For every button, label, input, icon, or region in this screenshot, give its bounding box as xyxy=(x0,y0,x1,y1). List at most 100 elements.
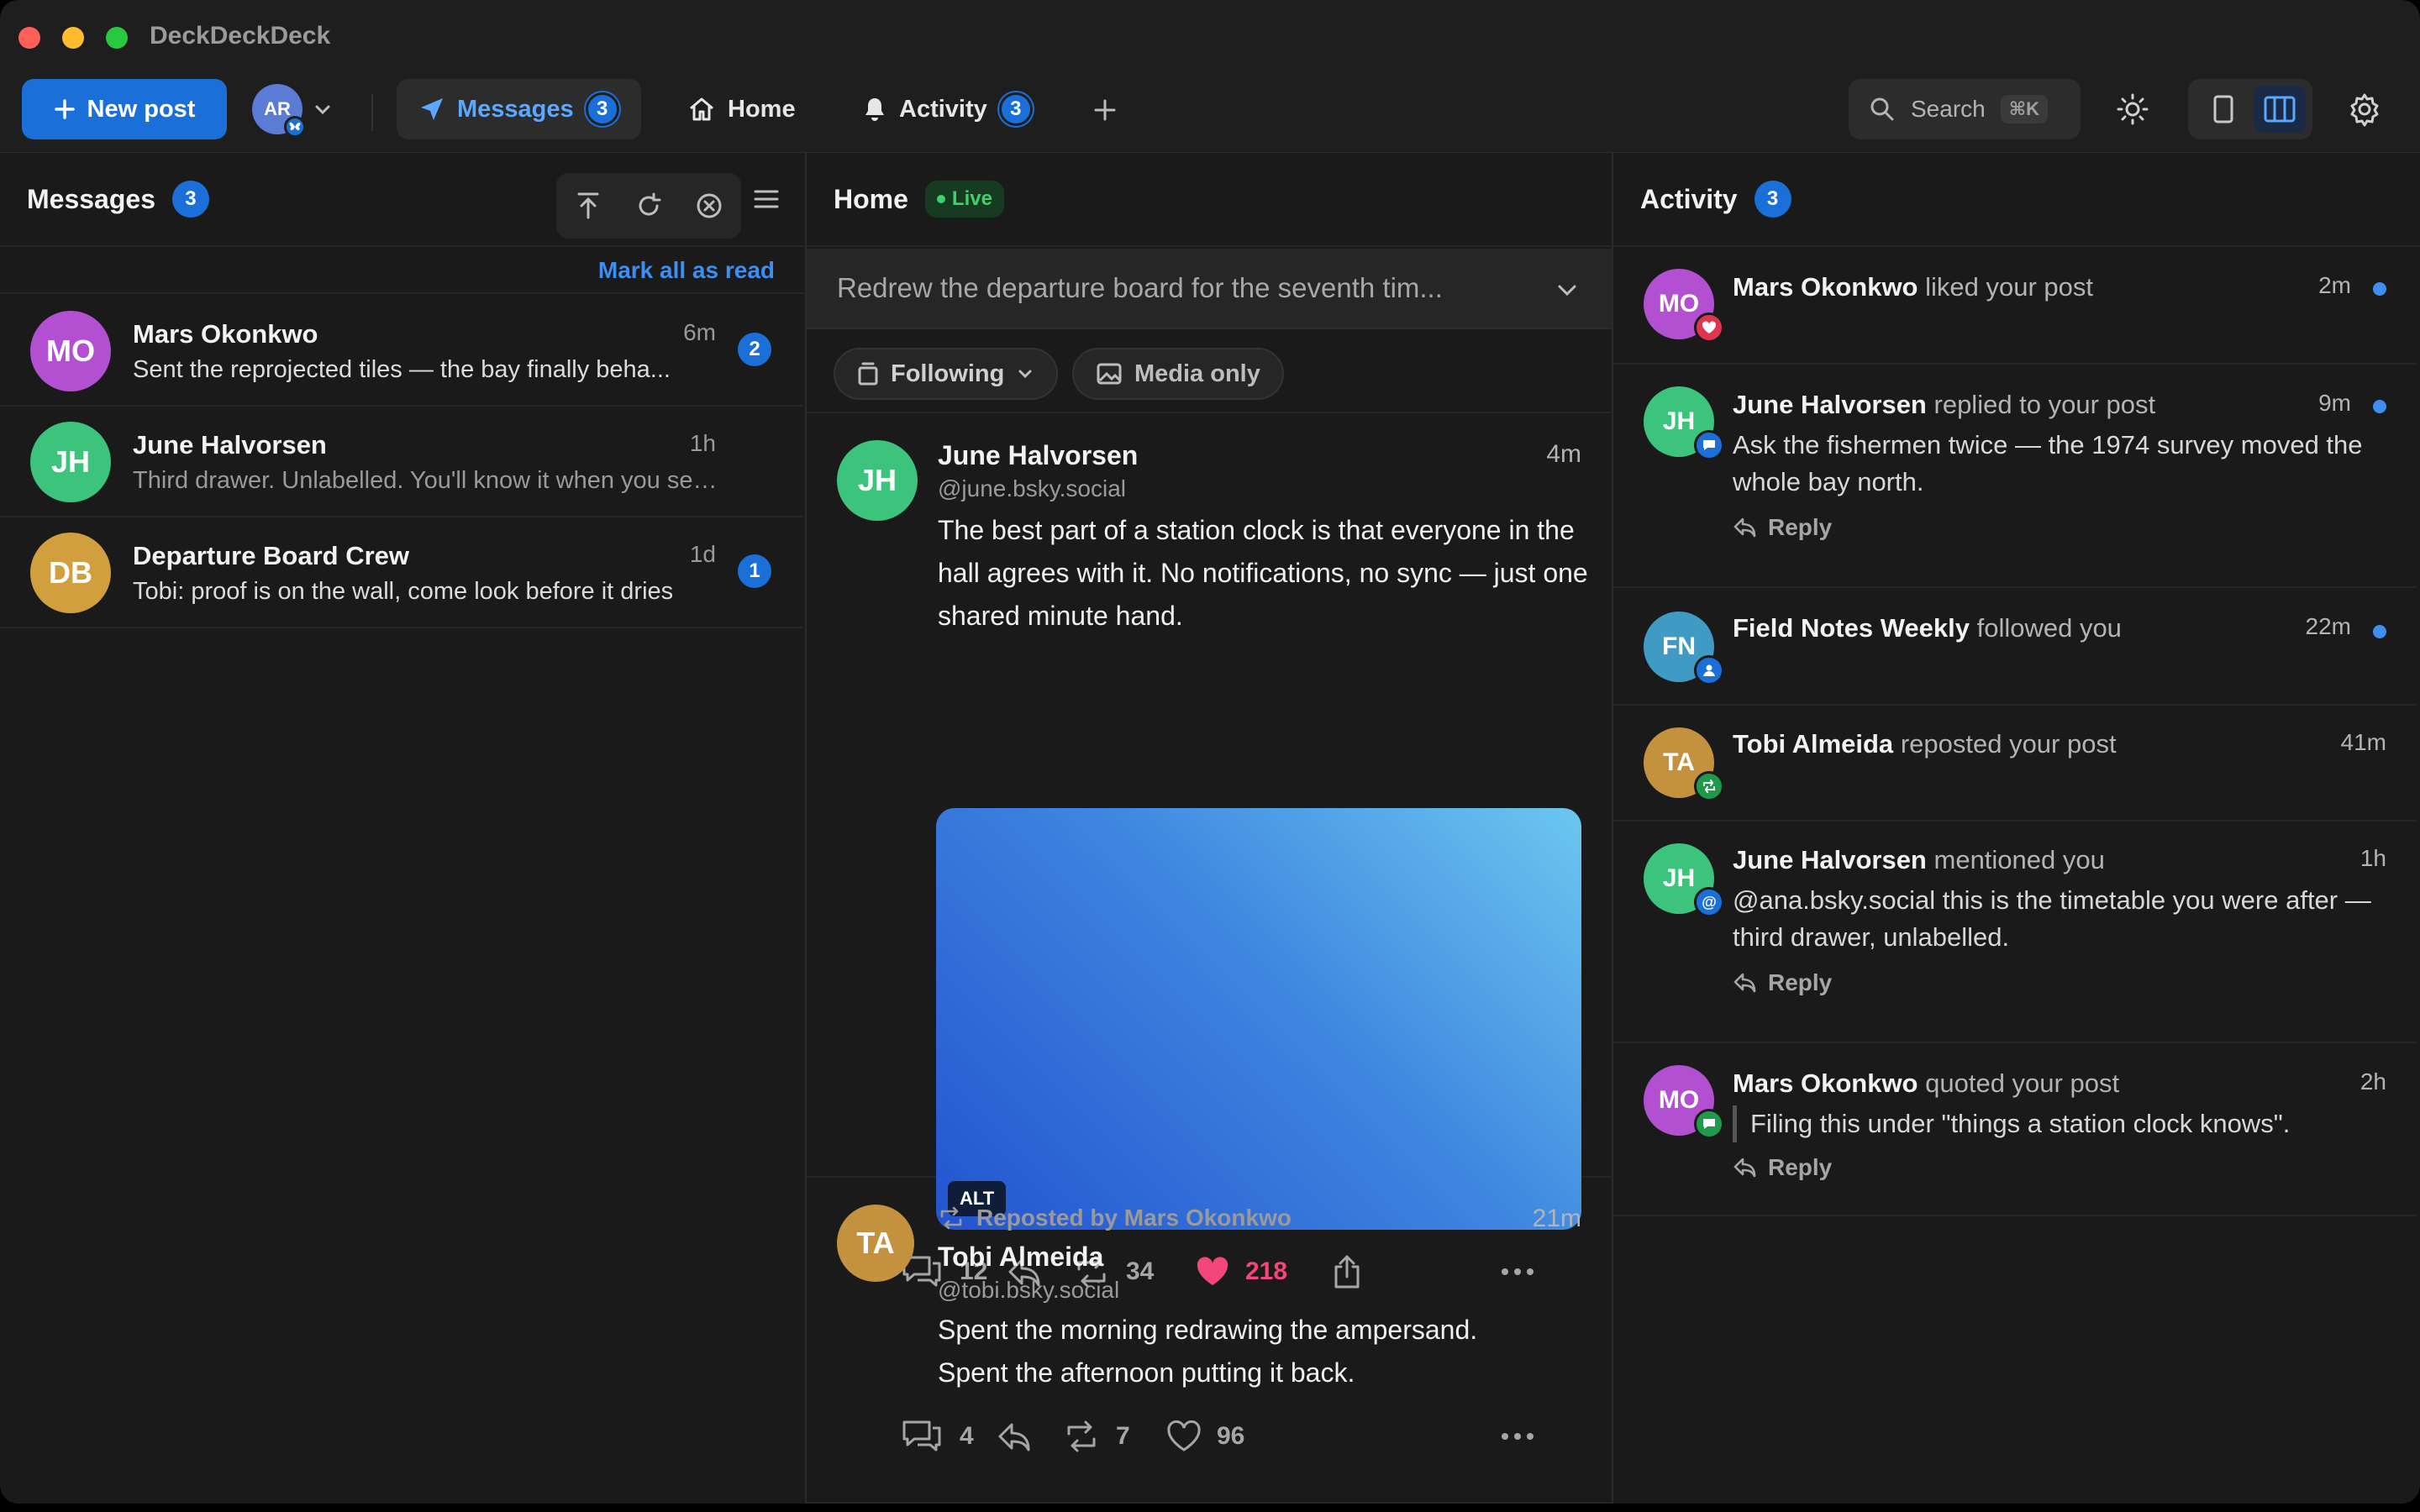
butterfly-icon xyxy=(284,116,306,138)
theme-toggle-button[interactable] xyxy=(2107,84,2158,134)
tab-home-label: Home xyxy=(728,95,796,123)
like-button[interactable]: 96 xyxy=(1166,1411,1244,1462)
activity-count-badge: 3 xyxy=(1754,181,1791,218)
reply-button[interactable]: 4 xyxy=(899,1411,974,1462)
unread-badge: 1 xyxy=(738,554,771,588)
tab-activity-badge: 3 xyxy=(998,92,1033,126)
tab-messages[interactable]: Messages 3 xyxy=(397,79,641,139)
activity-item[interactable]: MO Mars Okonkwo liked your post 2m xyxy=(1613,249,2417,365)
activity-column-title: Activity xyxy=(1640,183,1738,214)
activity-item[interactable]: JH June Halvorsen replied to your post 9… xyxy=(1613,366,2417,588)
conversation-preview: Third drawer. Unlabelled. You'll know it… xyxy=(133,467,721,494)
activity-column: Activity 3 MO Mars Okonkwo liked your po… xyxy=(1613,153,2420,1504)
search-shortcut: ⌘K xyxy=(2000,95,2049,123)
post-image[interactable]: ALT xyxy=(936,808,1581,1230)
mark-all-read-link[interactable]: Mark all as read xyxy=(598,257,775,284)
composer-preview[interactable]: Redrew the departure board for the seven… xyxy=(807,249,1612,329)
mention-body: @ana.bsky.social this is the timetable y… xyxy=(1733,885,2371,952)
conversation-row[interactable]: DB Departure Board Crew 1d Tobi: proof i… xyxy=(0,517,803,628)
live-label: Live xyxy=(951,187,992,210)
author-name[interactable]: Tobi Almeida xyxy=(938,1242,1103,1273)
sun-icon xyxy=(2117,93,2149,125)
more-options-button[interactable] xyxy=(1501,1411,1534,1462)
layout-toggle xyxy=(2188,79,2312,139)
activity-time: 2h xyxy=(2360,1068,2386,1095)
following-filter[interactable]: Following xyxy=(834,348,1059,400)
actor-name: Mars Okonkwo xyxy=(1733,272,1918,302)
live-badge: Live xyxy=(924,181,1004,218)
like-count: 96 xyxy=(1217,1422,1245,1450)
bell-icon xyxy=(865,98,884,121)
close-window-button[interactable] xyxy=(18,27,40,49)
menu-icon[interactable] xyxy=(753,186,780,212)
post-text-line: Spent the morning redrawing the ampersan… xyxy=(938,1315,1478,1345)
single-column-icon xyxy=(2213,95,2233,123)
messages-column-header: Messages 3 xyxy=(0,153,805,247)
avatar[interactable]: TA xyxy=(837,1205,914,1282)
tab-messages-label: Messages xyxy=(457,95,574,123)
search-button[interactable]: Search ⌘K xyxy=(1849,79,2081,139)
settings-button[interactable] xyxy=(2339,84,2390,134)
actor-name: Field Notes Weekly xyxy=(1733,613,1970,643)
unread-dot xyxy=(2373,400,2386,413)
window-title: DeckDeckDeck xyxy=(150,22,331,50)
quote-icon xyxy=(1694,1109,1724,1139)
new-post-label: New post xyxy=(87,95,196,123)
conversation-row[interactable]: MO Mars Okonkwo 6m Sent the reprojected … xyxy=(0,296,803,407)
reply-arrow-icon xyxy=(998,1423,1030,1452)
conversation-name: Mars Okonkwo xyxy=(133,319,318,349)
minimize-window-button[interactable] xyxy=(62,27,84,49)
paper-plane-icon xyxy=(421,98,443,120)
add-column-button[interactable] xyxy=(1086,91,1124,129)
reply-button[interactable]: Reply xyxy=(1733,969,1832,996)
avatar: MO xyxy=(30,311,111,391)
reply-label: Reply xyxy=(1768,1154,1833,1180)
refresh-icon[interactable] xyxy=(630,187,667,224)
new-post-button[interactable]: New post xyxy=(22,79,227,139)
quote-reply-button[interactable] xyxy=(997,1411,1032,1462)
quote-body: Filing this under "things a station cloc… xyxy=(1733,1105,2388,1142)
activity-item[interactable]: TA Tobi Almeida reposted your post 41m xyxy=(1613,707,2417,822)
reply-button[interactable]: Reply xyxy=(1733,514,1832,541)
author-handle: @tobi.bsky.social xyxy=(938,1277,1120,1303)
columns-icon xyxy=(2264,96,2296,123)
conversation-row[interactable]: JH June Halvorsen 1h Third drawer. Unlab… xyxy=(0,407,803,517)
tab-home[interactable]: Home xyxy=(666,79,818,139)
activity-text: June Halvorsen mentioned you xyxy=(1733,845,2105,875)
mark-all-bar: Mark all as read xyxy=(0,247,805,294)
repost-icon xyxy=(1694,771,1724,801)
gear-icon xyxy=(2350,93,2379,127)
tab-activity-label: Activity xyxy=(899,95,987,123)
account-switcher[interactable]: AR xyxy=(252,84,345,138)
unread-dot xyxy=(2373,625,2386,638)
single-column-layout-button[interactable] xyxy=(2198,86,2249,133)
messages-column-title: Messages xyxy=(27,183,155,214)
tab-messages-badge: 3 xyxy=(585,92,619,126)
tab-activity[interactable]: Activity 3 xyxy=(840,79,1055,139)
avatar: JH xyxy=(30,422,111,502)
activity-item[interactable]: FN Field Notes Weekly followed you 22m xyxy=(1613,590,2417,706)
activity-text: Mars Okonkwo liked your post xyxy=(1733,272,2093,302)
media-only-filter[interactable]: Media only xyxy=(1072,348,1284,400)
activity-item[interactable]: JH @ June Halvorsen mentioned you 1h @an… xyxy=(1613,823,2417,1043)
home-column: Home Live Redrew the departure board for… xyxy=(807,153,1613,1504)
activity-column-header: Activity 3 xyxy=(1613,153,2420,247)
actor-name: June Halvorsen xyxy=(1733,845,1927,874)
avatar[interactable]: JH xyxy=(837,440,918,521)
toolbar-divider xyxy=(371,94,373,131)
reply-button[interactable]: Reply xyxy=(1733,1154,1832,1181)
app-window: DeckDeckDeck New post AR Messages 3 Home… xyxy=(0,0,2420,1504)
speech-bubble-icon xyxy=(1694,430,1724,460)
multi-column-layout-button[interactable] xyxy=(2254,86,2306,133)
actor-name: Mars Okonkwo xyxy=(1733,1068,1918,1098)
zoom-window-button[interactable] xyxy=(106,27,128,49)
scroll-to-top-icon[interactable] xyxy=(570,187,607,224)
author-name[interactable]: June Halvorsen xyxy=(938,440,1138,471)
close-circle-icon[interactable] xyxy=(691,187,728,224)
activity-text: Tobi Almeida reposted your post xyxy=(1733,729,2117,759)
activity-item[interactable]: MO Mars Okonkwo quoted your post 2h Fili… xyxy=(1613,1045,2417,1216)
reply-arrow-icon xyxy=(1733,517,1756,538)
repost-icon xyxy=(1067,1420,1096,1452)
activity-text: Field Notes Weekly followed you xyxy=(1733,613,2122,643)
repost-button[interactable]: 7 xyxy=(1062,1411,1130,1462)
